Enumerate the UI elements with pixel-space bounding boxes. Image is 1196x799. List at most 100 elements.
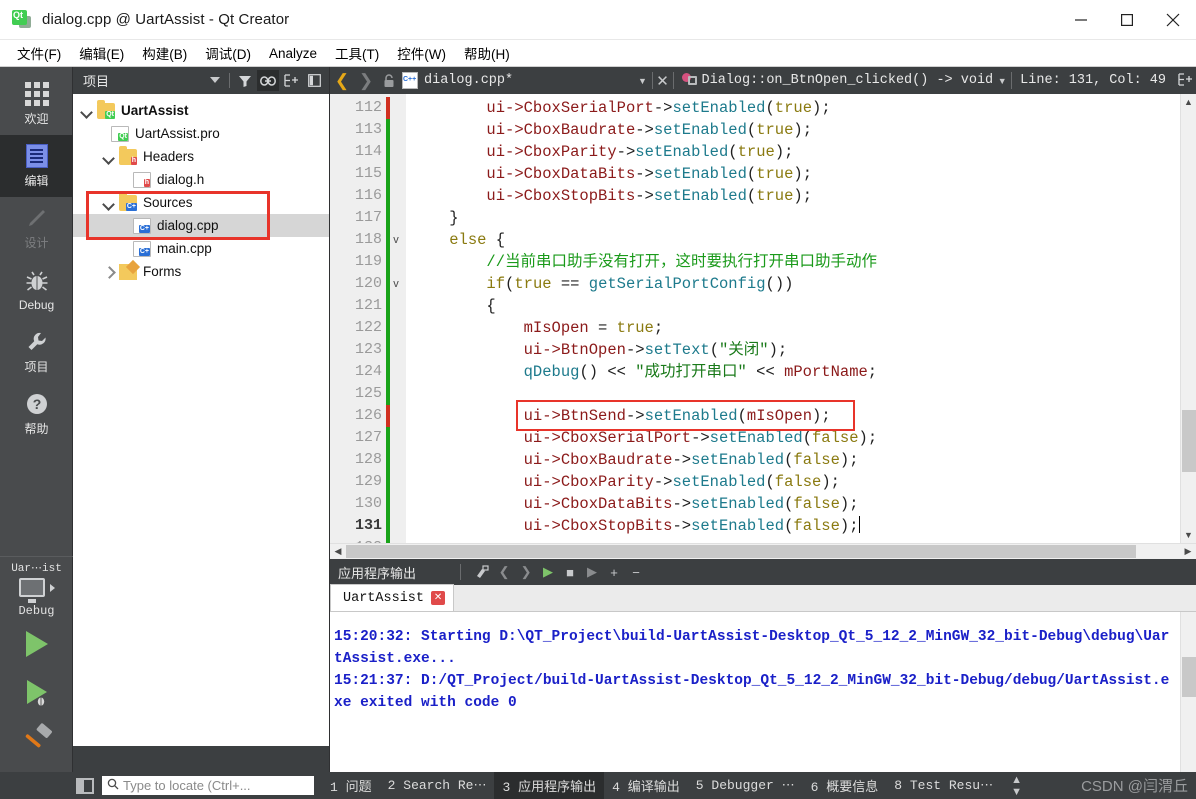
mode-welcome[interactable]: 欢迎 xyxy=(0,73,73,135)
code-line: ui->CboxStopBits->setEnabled(true); xyxy=(412,185,1180,207)
scroll-down-icon[interactable]: ▼ xyxy=(1181,527,1196,543)
play-bug-icon[interactable]: ▶ xyxy=(581,561,603,583)
output-line: 15:21:37: D:/QT_Project/build-UartAssist… xyxy=(334,673,1170,711)
locator-input[interactable]: Type to locate (Ctrl+... xyxy=(102,776,314,795)
chevron-right-icon[interactable]: ❯ xyxy=(515,561,537,583)
link-sync-icon[interactable] xyxy=(257,70,279,91)
run-button[interactable] xyxy=(0,620,73,668)
tree-item-uartassist-pro[interactable]: Qt UartAssist.pro xyxy=(73,122,329,145)
code-token: getSerialPortConfig xyxy=(588,275,766,293)
plus-icon[interactable]: + xyxy=(603,561,625,583)
statusbar-pane-2[interactable]: 2 Search Re⋯ xyxy=(380,774,495,797)
line-col-indicator[interactable]: Line: 131, Col: 49 xyxy=(1012,73,1174,88)
kit-selector[interactable]: Uar⋯ist Debug xyxy=(0,556,73,620)
menu-debug[interactable]: 调试(D) xyxy=(196,41,260,65)
menu-build[interactable]: 构建(B) xyxy=(133,41,196,65)
symbol-chevron-down-icon[interactable]: ▼ xyxy=(993,76,1011,86)
kit-project-name: Uar⋯ist xyxy=(11,563,62,575)
current-symbol[interactable]: Dialog::on_BtnOpen_clicked() -> void xyxy=(702,73,994,88)
tree-item-dialog-cpp[interactable]: C+ dialog.cpp xyxy=(73,214,329,237)
menu-help[interactable]: 帮助(H) xyxy=(455,41,519,65)
mode-design[interactable]: 设计 xyxy=(0,197,73,259)
statusbar-pane-8[interactable]: 8 Test Resu⋯ xyxy=(886,774,1001,797)
scroll-left-icon[interactable]: ◀ xyxy=(330,546,346,557)
toggle-sidebar-icon[interactable] xyxy=(76,777,94,794)
twisty-down-icon[interactable] xyxy=(103,197,115,209)
mode-debug[interactable]: Debug xyxy=(0,259,73,321)
project-panel-title: 项目 xyxy=(83,74,110,89)
scroll-up-icon[interactable]: ▲ xyxy=(1181,94,1196,110)
project-tree[interactable]: Qt UartAssist Qt UartAssist.pro h Header… xyxy=(73,94,329,746)
code-token: ui->CboxSerialPort xyxy=(523,429,692,447)
svg-text:?: ? xyxy=(32,396,41,412)
output-tab-uartassist[interactable]: UartAssist ✕ xyxy=(330,584,455,611)
close-document-icon[interactable]: ✕ xyxy=(653,72,673,90)
tree-item-headers[interactable]: h Headers xyxy=(73,145,329,168)
mode-projects[interactable]: 项目 xyxy=(0,321,73,383)
vscroll-track[interactable] xyxy=(1181,110,1196,527)
grid-icon xyxy=(24,81,50,107)
editor-filename[interactable]: dialog.cpp* xyxy=(424,73,513,88)
chevron-right-icon[interactable]: ❯ xyxy=(354,71,378,91)
close-button[interactable] xyxy=(1150,0,1196,40)
document-edit-icon xyxy=(24,143,50,169)
hscroll-track[interactable] xyxy=(346,544,1180,560)
tree-item-dialog-h[interactable]: h dialog.h xyxy=(73,168,329,191)
output-vertical-scrollbar[interactable] xyxy=(1180,612,1196,772)
expand-all-icon[interactable] xyxy=(280,70,302,91)
hscroll-thumb[interactable] xyxy=(346,544,1136,558)
minus-icon[interactable]: − xyxy=(625,561,647,583)
build-button[interactable] xyxy=(0,716,73,764)
menu-window[interactable]: 控件(W) xyxy=(388,41,455,65)
menu-file[interactable]: 文件(F) xyxy=(8,41,70,65)
close-tab-icon[interactable]: ✕ xyxy=(431,591,446,605)
twisty-right-icon[interactable] xyxy=(103,266,115,278)
editor-horizontal-scrollbar[interactable]: ◀ ▶ xyxy=(330,543,1196,559)
output-vscroll-thumb[interactable] xyxy=(1182,657,1196,697)
code-text[interactable]: ui->CboxSerialPort->setEnabled(true); ui… xyxy=(406,94,1180,543)
statusbar-pane-1[interactable]: 1 问题 xyxy=(322,772,380,799)
filter-icon[interactable] xyxy=(234,70,256,91)
menu-tools[interactable]: 工具(T) xyxy=(326,41,388,65)
statusbar-pane-6[interactable]: 6 概要信息 xyxy=(803,772,887,799)
unlocked-icon[interactable] xyxy=(378,73,400,88)
green-play-icon[interactable]: ▶ xyxy=(537,561,559,583)
output-text[interactable]: 15:20:32: Starting D:\QT_Project\build-U… xyxy=(330,612,1180,772)
chevron-left-icon[interactable]: ❮ xyxy=(330,71,354,91)
tree-item-sources[interactable]: C+ Sources xyxy=(73,191,329,214)
code-token: setEnabled xyxy=(672,473,766,491)
mode-help[interactable]: ? 帮助 xyxy=(0,383,73,445)
chevron-down-icon[interactable]: ▼ xyxy=(634,76,652,86)
up-down-arrows-icon[interactable]: ▲ ▼ xyxy=(1001,774,1032,798)
header-file-icon: h xyxy=(133,171,151,188)
chevron-left-icon[interactable]: ❮ xyxy=(493,561,515,583)
twisty-down-icon[interactable] xyxy=(81,105,93,117)
code-token: -> xyxy=(635,121,654,139)
editor-vertical-scrollbar[interactable]: ▲ ▼ xyxy=(1180,94,1196,543)
maximize-button[interactable] xyxy=(1104,0,1150,40)
code-line: ui->CboxStopBits->setEnabled(false); xyxy=(412,515,1180,537)
hide-sidebar-icon[interactable] xyxy=(303,70,325,91)
split-editor-icon[interactable] xyxy=(1174,72,1196,89)
code-editor[interactable]: 112 113 114 115 116 117 118 119 120 121 … xyxy=(330,94,1196,543)
fold-column[interactable]: v v xyxy=(386,94,406,543)
menu-analyze[interactable]: Analyze xyxy=(260,44,326,63)
statusbar-pane-4[interactable]: 4 编译输出 xyxy=(604,772,688,799)
start-debugging-button[interactable] xyxy=(0,668,73,716)
menu-edit[interactable]: 编辑(E) xyxy=(70,41,133,65)
broom-icon[interactable] xyxy=(471,561,493,583)
minimize-button[interactable] xyxy=(1058,0,1104,40)
tree-item-main-cpp[interactable]: C+ main.cpp xyxy=(73,237,329,260)
twisty-down-icon[interactable] xyxy=(103,151,115,163)
code-line: ui->CboxParity->setEnabled(false); xyxy=(412,471,1180,493)
mode-edit[interactable]: 编辑 xyxy=(0,135,73,197)
tree-item-uartassist[interactable]: Qt UartAssist xyxy=(73,99,329,122)
statusbar-pane-5[interactable]: 5 Debugger ⋯ xyxy=(688,774,803,797)
vscroll-thumb[interactable] xyxy=(1181,410,1196,472)
scroll-right-icon[interactable]: ▶ xyxy=(1180,546,1196,557)
stop-square-icon[interactable]: ■ xyxy=(559,561,581,583)
chevron-down-icon[interactable] xyxy=(204,70,226,91)
tree-item-forms[interactable]: Forms xyxy=(73,259,329,283)
code-token: else xyxy=(449,231,487,249)
statusbar-pane-3[interactable]: 3 应用程序输出 xyxy=(494,772,605,799)
